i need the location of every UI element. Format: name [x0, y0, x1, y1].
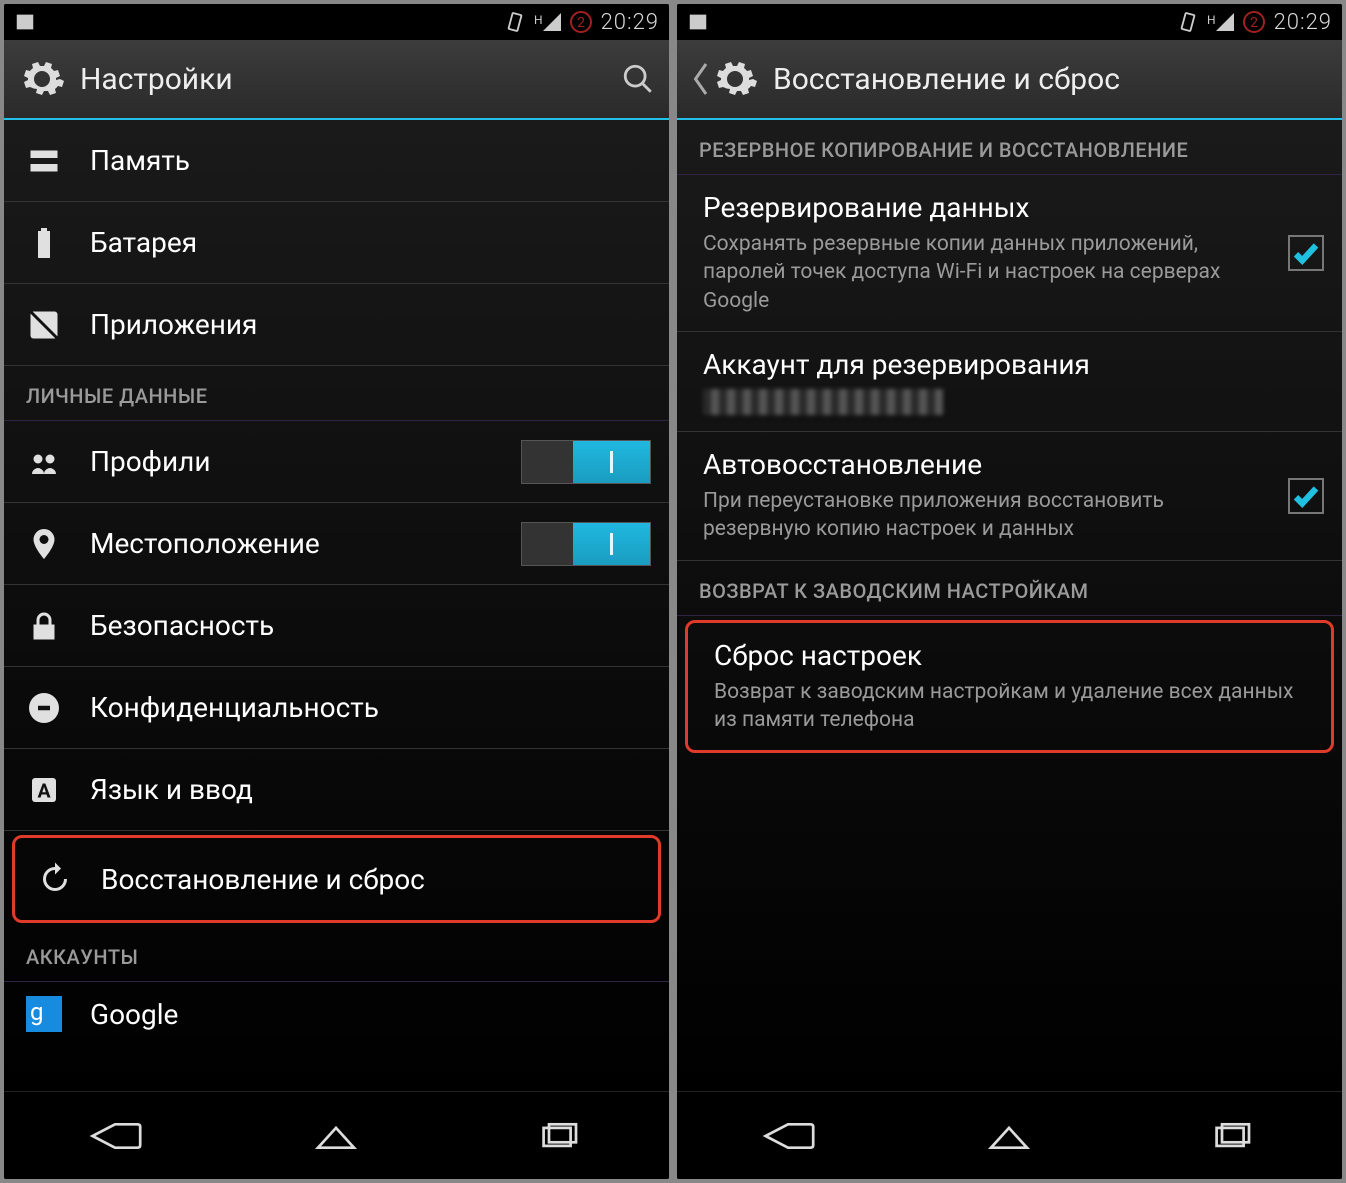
action-bar: Восстановление и сброс	[677, 40, 1342, 120]
profiles-switch[interactable]	[521, 440, 651, 484]
item-label: Конфиденциальность	[90, 691, 651, 724]
item-label: Батарея	[90, 226, 651, 259]
image-icon	[14, 11, 36, 33]
svg-text:2: 2	[577, 15, 585, 31]
gear-icon	[18, 55, 66, 103]
item-backup-reset[interactable]: Восстановление и сброс	[15, 838, 658, 920]
item-label: Восстановление и сброс	[101, 863, 640, 896]
item-title: Автовосстановление	[703, 448, 1272, 481]
section-reset: ВОЗВРАТ К ЗАВОДСКИМ НАСТРОЙКАМ	[677, 561, 1342, 616]
backup-data-checkbox[interactable]	[1288, 235, 1324, 271]
item-language[interactable]: A Язык и ввод	[4, 749, 669, 831]
section-accounts: АККАУНТЫ	[4, 927, 669, 982]
status-clock: 20:29	[601, 10, 659, 35]
actionbar-title: Восстановление и сброс	[773, 62, 1328, 97]
recent-button[interactable]	[1196, 1116, 1266, 1156]
home-button[interactable]	[974, 1116, 1044, 1156]
sim-badge-icon: 2	[569, 10, 593, 34]
gear-icon[interactable]	[711, 55, 759, 103]
backup-reset-list: РЕЗЕРВНОЕ КОПИРОВАНИЕ И ВОССТАНОВЛЕНИЕ Р…	[677, 120, 1342, 1091]
profile-icon	[26, 444, 62, 480]
item-backup-account[interactable]: Аккаунт для резервирования	[677, 332, 1342, 432]
apps-icon	[26, 307, 62, 343]
search-icon[interactable]	[621, 62, 655, 96]
location-switch[interactable]	[521, 522, 651, 566]
battery-icon	[26, 225, 62, 261]
item-label: Язык и ввод	[90, 773, 651, 806]
item-google[interactable]: g Google	[4, 982, 669, 1046]
item-label: Память	[90, 144, 651, 177]
actionbar-title: Настройки	[80, 62, 621, 97]
item-apps[interactable]: Приложения	[4, 284, 669, 366]
image-icon	[687, 11, 709, 33]
settings-list: Память Батарея Приложения ЛИЧНЫЕ ДАННЫЕ …	[4, 120, 669, 1091]
item-security[interactable]: Безопасность	[4, 585, 669, 667]
item-label: Приложения	[90, 308, 651, 341]
location-icon	[26, 526, 62, 562]
storage-icon	[26, 143, 62, 179]
section-backup: РЕЗЕРВНОЕ КОПИРОВАНИЕ И ВОССТАНОВЛЕНИЕ	[677, 120, 1342, 175]
nav-bar	[4, 1091, 669, 1179]
action-bar: Настройки	[4, 40, 669, 120]
back-button[interactable]	[753, 1116, 823, 1156]
home-button[interactable]	[301, 1116, 371, 1156]
sim-badge-icon: 2	[1242, 10, 1266, 34]
auto-restore-checkbox[interactable]	[1288, 478, 1324, 514]
signal-icon: H	[534, 13, 561, 31]
item-battery[interactable]: Батарея	[4, 202, 669, 284]
item-desc: Возврат к заводским настройкам и удалени…	[714, 678, 1313, 735]
privacy-icon	[26, 690, 62, 726]
lock-icon	[26, 608, 62, 644]
nav-bar	[677, 1091, 1342, 1179]
item-title: Сброс настроек	[714, 639, 1313, 672]
restore-icon	[37, 861, 73, 897]
phone-right: H 2 20:29 Восстановление и сброс РЕЗЕРВН…	[677, 4, 1342, 1179]
item-auto-restore[interactable]: Автовосстановление При переустановке при…	[677, 432, 1342, 561]
vibrate-icon	[504, 11, 526, 33]
item-label: Безопасность	[90, 609, 651, 642]
item-label: Местоположение	[90, 527, 521, 560]
language-icon: A	[26, 772, 62, 808]
item-factory-reset[interactable]: Сброс настроек Возврат к заводским настр…	[688, 623, 1331, 751]
censored-account	[703, 389, 943, 415]
back-button[interactable]	[80, 1116, 150, 1156]
phone-left: H 2 20:29 Настройки Память Батарея Прило…	[4, 4, 669, 1179]
svg-text:A: A	[37, 779, 51, 802]
item-desc: При переустановке приложения восстановит…	[703, 487, 1272, 544]
back-chevron-icon[interactable]	[691, 61, 709, 97]
status-clock: 20:29	[1274, 10, 1332, 35]
recent-button[interactable]	[523, 1116, 593, 1156]
svg-text:2: 2	[1250, 15, 1258, 31]
item-title: Резервирование данных	[703, 191, 1272, 224]
google-icon: g	[26, 996, 62, 1032]
item-title: Аккаунт для резервирования	[703, 348, 1324, 381]
item-location[interactable]: Местоположение	[4, 503, 669, 585]
highlight-box: Восстановление и сброс	[12, 835, 661, 923]
signal-icon: H	[1207, 13, 1234, 31]
item-backup-data[interactable]: Резервирование данных Сохранять резервны…	[677, 175, 1342, 332]
item-desc: Сохранять резервные копии данных приложе…	[703, 230, 1272, 315]
vibrate-icon	[1177, 11, 1199, 33]
item-privacy[interactable]: Конфиденциальность	[4, 667, 669, 749]
item-label: Google	[90, 998, 651, 1031]
status-bar: H 2 20:29	[4, 4, 669, 40]
section-personal: ЛИЧНЫЕ ДАННЫЕ	[4, 366, 669, 421]
highlight-box: Сброс настроек Возврат к заводским настр…	[685, 620, 1334, 754]
status-bar: H 2 20:29	[677, 4, 1342, 40]
item-profiles[interactable]: Профили	[4, 421, 669, 503]
item-label: Профили	[90, 445, 521, 478]
item-memory[interactable]: Память	[4, 120, 669, 202]
